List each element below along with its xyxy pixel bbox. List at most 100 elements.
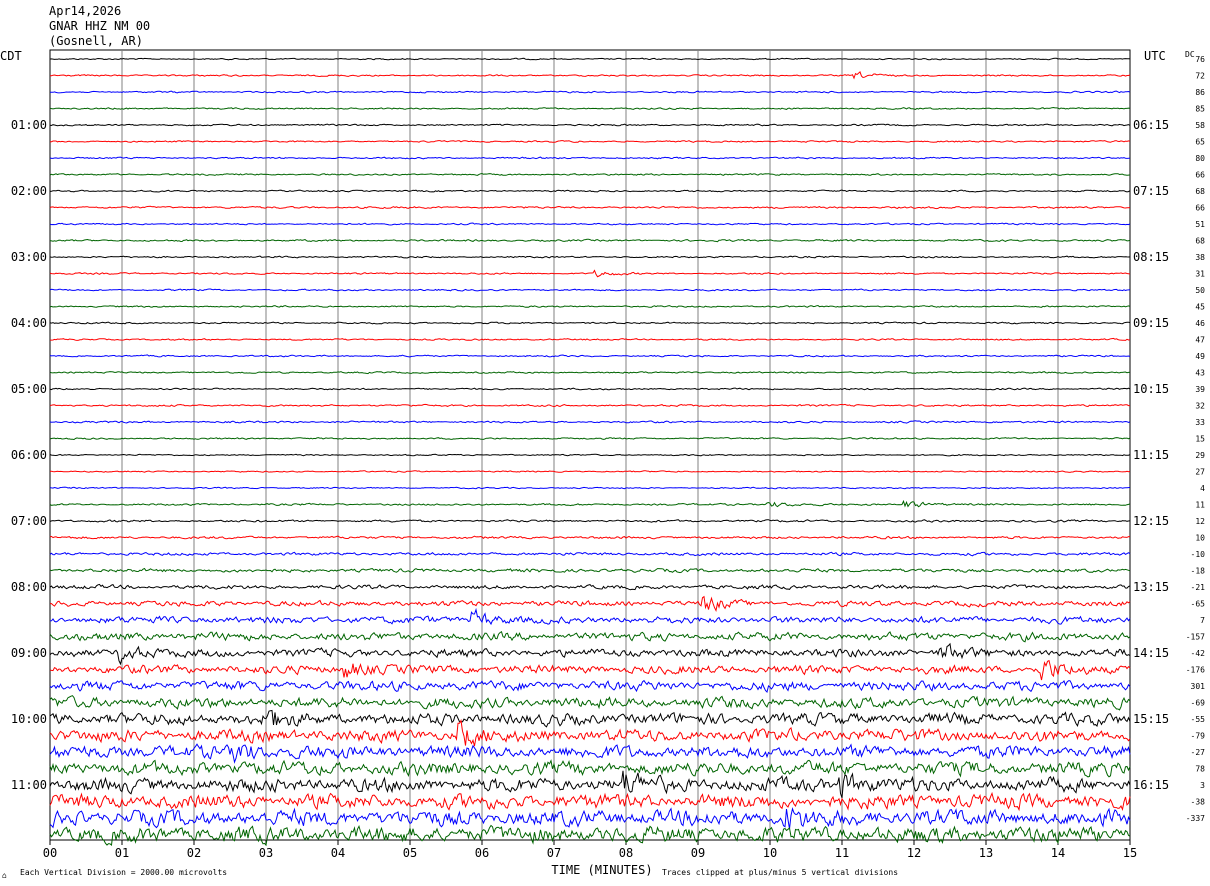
dc-offset-label: -157 — [1186, 633, 1205, 642]
x-tick-label: 00 — [43, 846, 57, 860]
dc-offset-label: 10 — [1195, 534, 1205, 543]
trace-0 — [49, 57, 1131, 61]
trace-22 — [49, 420, 1131, 424]
dc-offset-label: -38 — [1191, 798, 1206, 807]
dc-offset-label: 29 — [1195, 451, 1205, 460]
dc-offset-label: 66 — [1195, 204, 1205, 213]
dc-offset-label: 4 — [1200, 484, 1205, 493]
clip-note: Traces clipped at plus/minus 5 vertical … — [662, 868, 898, 877]
left-time-label: 11:00 — [11, 778, 47, 792]
dc-offset-label: 68 — [1195, 187, 1205, 196]
dc-offset-label: 68 — [1195, 237, 1205, 246]
dc-offset-label: -42 — [1191, 649, 1206, 658]
trace-34 — [49, 607, 1131, 626]
trace-18 — [49, 354, 1131, 358]
left-time-label: 06:00 — [11, 448, 47, 462]
left-time-label: 05:00 — [11, 382, 47, 396]
x-tick-label: 03 — [259, 846, 273, 860]
trace-38 — [49, 679, 1131, 693]
trace-30 — [49, 551, 1131, 557]
dc-offset-label: 46 — [1195, 319, 1205, 328]
scale-note: Each Vertical Division = 2000.00 microvo… — [20, 868, 227, 877]
footer-left-mark: ⌂ — [2, 871, 7, 880]
x-tick-label: 07 — [547, 846, 561, 860]
trace-19 — [49, 371, 1131, 375]
dc-offset-label: 15 — [1195, 435, 1205, 444]
trace-24 — [49, 453, 1131, 457]
trace-47 — [49, 824, 1131, 847]
dc-offset-label: 51 — [1195, 220, 1205, 229]
dc-offset-label: -176 — [1186, 666, 1205, 675]
dc-offset-label: -10 — [1191, 550, 1206, 559]
dc-offset-label: -337 — [1186, 814, 1205, 823]
dc-offset-label: -55 — [1191, 715, 1206, 724]
trace-21 — [49, 403, 1130, 408]
trace-31 — [49, 567, 1131, 574]
right-time-label: 09:15 — [1133, 316, 1169, 330]
dc-offset-label: -18 — [1191, 567, 1206, 576]
trace-16 — [49, 321, 1131, 325]
dc-offset-label: 3 — [1200, 781, 1205, 790]
dc-offset-label: 7 — [1200, 616, 1205, 625]
dc-offset-label: -27 — [1191, 748, 1206, 757]
right-timezone-label: UTC — [1144, 49, 1166, 63]
dc-offset-label: 39 — [1195, 385, 1205, 394]
trace-27 — [49, 499, 1131, 508]
dc-offset-label: 47 — [1195, 336, 1205, 345]
left-time-label: 02:00 — [11, 184, 47, 198]
right-time-label: 15:15 — [1133, 712, 1169, 726]
trace-45 — [49, 791, 1131, 812]
x-tick-label: 06 — [475, 846, 489, 860]
trace-28 — [49, 519, 1131, 523]
dc-offset-label: 86 — [1195, 88, 1205, 97]
x-tick-label: 11 — [835, 846, 849, 860]
x-tick-label: 04 — [331, 846, 345, 860]
trace-39 — [49, 695, 1131, 711]
trace-33 — [50, 595, 1131, 613]
trace-42 — [49, 743, 1131, 764]
dc-offset-label: 43 — [1195, 369, 1205, 378]
dc-offset-label: -65 — [1191, 600, 1206, 609]
trace-29 — [49, 535, 1131, 540]
left-time-label: 04:00 — [11, 316, 47, 330]
trace-9 — [49, 205, 1131, 210]
right-time-label: 10:15 — [1133, 382, 1169, 396]
x-tick-label: 13 — [979, 846, 993, 860]
x-tick-label: 02 — [187, 846, 201, 860]
dc-offset-label: 72 — [1195, 72, 1205, 81]
dc-header-label: DC — [1185, 50, 1195, 59]
trace-8 — [49, 189, 1131, 193]
dc-offset-label: -69 — [1191, 699, 1206, 708]
dc-offset-label: 78 — [1195, 765, 1205, 774]
left-time-label: 08:00 — [11, 580, 47, 594]
x-tick-label: 08 — [619, 846, 633, 860]
right-time-label: 11:15 — [1133, 448, 1169, 462]
trace-23 — [49, 437, 1131, 441]
dc-offset-label: 45 — [1195, 303, 1205, 312]
dc-offset-label: 66 — [1195, 171, 1205, 180]
dc-offset-label: 32 — [1195, 402, 1205, 411]
x-tick-label: 14 — [1051, 846, 1065, 860]
x-tick-label: 12 — [907, 846, 921, 860]
dc-offset-label: 11 — [1195, 501, 1205, 510]
trace-1 — [50, 71, 1131, 80]
left-timezone-label: CDT — [0, 49, 22, 63]
dc-offset-label: 33 — [1195, 418, 1205, 427]
right-time-label: 12:15 — [1133, 514, 1169, 528]
left-time-label: 10:00 — [11, 712, 47, 726]
right-time-label: 14:15 — [1133, 646, 1169, 660]
x-tick-label: 09 — [691, 846, 705, 860]
trace-6 — [49, 156, 1131, 160]
right-time-label: 07:15 — [1133, 184, 1169, 198]
dc-offset-label: 85 — [1195, 105, 1205, 114]
trace-43 — [49, 759, 1131, 778]
right-time-label: 06:15 — [1133, 118, 1169, 132]
left-time-label: 07:00 — [11, 514, 47, 528]
trace-46 — [49, 807, 1131, 830]
x-axis-title: TIME (MINUTES) — [551, 863, 652, 877]
trace-4 — [49, 123, 1131, 127]
dc-offset-label: 49 — [1195, 352, 1205, 361]
right-time-label: 13:15 — [1133, 580, 1169, 594]
trace-41 — [49, 718, 1131, 747]
x-tick-label: 10 — [763, 846, 777, 860]
